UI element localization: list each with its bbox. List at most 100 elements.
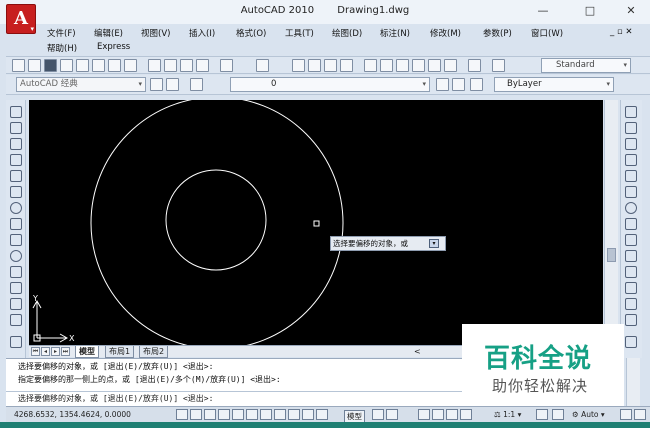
break-icon[interactable]	[625, 282, 637, 294]
3d-dwf-icon[interactable]	[108, 59, 121, 72]
quick-properties-icon[interactable]	[316, 409, 328, 420]
polar-tracking-icon[interactable]	[232, 409, 244, 420]
scroll-left-icon[interactable]: <	[414, 346, 421, 357]
annotation-scale[interactable]: ⚖ 1:1 ▾	[494, 410, 521, 419]
command-input[interactable]: 选择要偏移的对象，或 [退出(E)/放弃(U)] <退出>:	[6, 391, 462, 405]
menu-edit[interactable]: 编辑(E)	[94, 27, 123, 39]
hatch-icon[interactable]	[10, 336, 22, 348]
menu-file[interactable]: 文件(F)	[47, 27, 76, 39]
clean-screen-icon[interactable]	[634, 409, 646, 420]
sheet-set-icon[interactable]	[124, 59, 137, 72]
chamfer-icon[interactable]	[625, 314, 637, 326]
undo-icon[interactable]	[220, 59, 233, 72]
scale-icon[interactable]	[625, 218, 637, 230]
match-properties-icon[interactable]	[196, 59, 209, 72]
menu-draw[interactable]: 绘图(D)	[332, 27, 362, 39]
mdi-window-controls[interactable]: _ ▫ ✕	[610, 27, 633, 37]
lineweight-icon[interactable]	[302, 409, 314, 420]
array-icon[interactable]	[625, 170, 637, 182]
ellipse-icon[interactable]	[10, 250, 22, 262]
menu-help[interactable]: 帮助(H)	[47, 42, 77, 54]
properties-icon[interactable]	[364, 59, 377, 72]
arc-icon[interactable]	[10, 186, 22, 198]
plot-icon[interactable]	[60, 59, 73, 72]
zoom-window-icon[interactable]	[324, 59, 337, 72]
dynamic-ucs-icon[interactable]	[274, 409, 286, 420]
maximize-button[interactable]: □	[575, 3, 605, 19]
infer-constraints-icon[interactable]	[176, 409, 188, 420]
menu-format[interactable]: 格式(O)	[236, 27, 266, 39]
layer-state-icon[interactable]	[470, 78, 483, 91]
object-snap-icon[interactable]	[246, 409, 258, 420]
new-file-icon[interactable]	[12, 59, 25, 72]
workspace-settings-icon[interactable]	[150, 78, 163, 91]
pan-icon[interactable]	[292, 59, 305, 72]
workspace-switch[interactable]: ⚙ Auto ▾	[572, 410, 605, 419]
menu-parametric[interactable]: 参数(P)	[483, 27, 512, 39]
stretch-icon[interactable]	[625, 234, 637, 246]
dynamic-input-icon[interactable]	[288, 409, 300, 420]
menu-view[interactable]: 视图(V)	[141, 27, 170, 39]
rotate-icon[interactable]	[625, 202, 637, 214]
point-icon[interactable]	[10, 314, 22, 326]
tool-palettes-icon[interactable]	[396, 59, 409, 72]
revision-cloud-icon[interactable]	[10, 218, 22, 230]
drawing-quick-view-icon[interactable]	[386, 409, 398, 420]
zoom-previous-icon[interactable]	[340, 59, 353, 72]
plot-preview-icon[interactable]	[76, 59, 89, 72]
tab-layout1[interactable]: 布局1	[105, 346, 135, 358]
workspace-select[interactable]: AutoCAD 经典 ▾	[16, 77, 146, 92]
text-style-icon[interactable]	[492, 59, 505, 72]
toolbar-lock-icon[interactable]	[620, 409, 632, 420]
down-arrow-key-icon[interactable]: ▾	[429, 239, 439, 248]
insert-block-icon[interactable]	[10, 282, 22, 294]
pan-icon[interactable]	[418, 409, 430, 420]
first-tab-icon[interactable]: ⏮	[31, 347, 40, 356]
move-icon[interactable]	[625, 186, 637, 198]
circle-icon[interactable]	[10, 202, 22, 214]
make-block-icon[interactable]	[10, 298, 22, 310]
redo-icon[interactable]	[256, 59, 269, 72]
customize-icon[interactable]	[166, 78, 179, 91]
object-snap-tracking-icon[interactable]	[260, 409, 272, 420]
help-icon[interactable]	[468, 59, 481, 72]
showmotion-icon[interactable]	[460, 409, 472, 420]
drawing-canvas[interactable]: Y X 选择要偏移的对象，或 ▾	[29, 100, 603, 345]
menu-modify[interactable]: 修改(M)	[430, 27, 461, 39]
menu-insert[interactable]: 插入(I)	[189, 27, 215, 39]
copy-object-icon[interactable]	[625, 122, 637, 134]
prev-tab-icon[interactable]: ◂	[41, 347, 50, 356]
rectangle-icon[interactable]	[10, 170, 22, 182]
markup-icon[interactable]	[428, 59, 441, 72]
polygon-icon[interactable]	[10, 154, 22, 166]
tab-layout2[interactable]: 布局2	[139, 346, 169, 358]
scrollbar-thumb[interactable]	[607, 248, 616, 262]
layer-previous-icon[interactable]	[452, 78, 465, 91]
grid-display-icon[interactable]	[204, 409, 216, 420]
quickcalc-icon[interactable]	[444, 59, 457, 72]
text-style-select[interactable]: Standard ▾	[541, 58, 631, 73]
sheet-set-manager-icon[interactable]	[412, 59, 425, 72]
zoom-icon[interactable]	[432, 409, 444, 420]
annotation-visibility-icon[interactable]	[536, 409, 548, 420]
construction-line-icon[interactable]	[10, 122, 22, 134]
menu-tools[interactable]: 工具(T)	[285, 27, 314, 39]
line-icon[interactable]	[10, 106, 22, 118]
fillet-icon[interactable]	[625, 336, 637, 348]
zoom-realtime-icon[interactable]	[308, 59, 321, 72]
last-tab-icon[interactable]: ⏭	[61, 347, 70, 356]
ortho-mode-icon[interactable]	[218, 409, 230, 420]
color-control-select[interactable]: ByLayer ▾	[494, 77, 614, 92]
mirror-icon[interactable]	[625, 138, 637, 150]
copy-icon[interactable]	[164, 59, 177, 72]
command-scrollbar[interactable]	[626, 358, 640, 406]
tab-model[interactable]: 模型	[75, 346, 99, 358]
outer-circle[interactable]	[90, 100, 344, 345]
make-current-layer-icon[interactable]	[436, 78, 449, 91]
offset-icon[interactable]	[625, 154, 637, 166]
spline-icon[interactable]	[10, 234, 22, 246]
next-tab-icon[interactable]: ▸	[51, 347, 60, 356]
paste-icon[interactable]	[180, 59, 193, 72]
save-icon[interactable]	[44, 59, 57, 72]
design-center-icon[interactable]	[380, 59, 393, 72]
